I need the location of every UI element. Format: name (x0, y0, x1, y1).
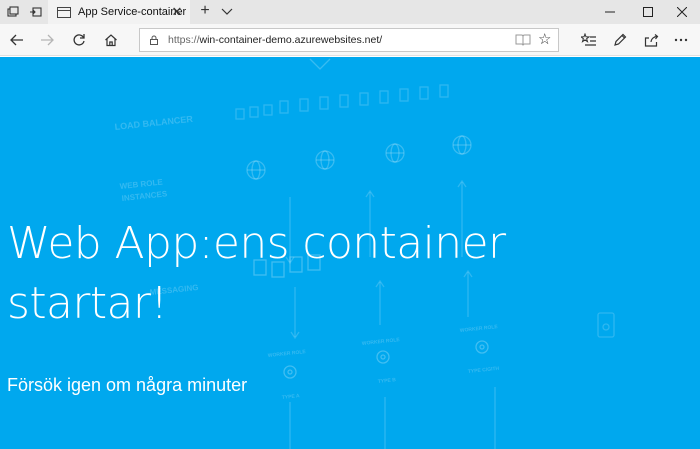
more-button[interactable] (668, 24, 694, 56)
more-dots-icon (674, 38, 688, 42)
bg-label-type-c: TYPE C/GITH (468, 366, 500, 375)
forward-button[interactable] (34, 24, 60, 56)
url-protocol: https:// (168, 34, 200, 46)
new-tab-button[interactable]: + (196, 2, 214, 20)
maximize-button[interactable] (630, 0, 666, 24)
close-window-button[interactable] (664, 0, 700, 24)
lock-icon (150, 35, 158, 45)
url-host: win-container-demo.azurewebsites.net/ (199, 34, 383, 46)
chevron-down-icon[interactable] (220, 3, 234, 19)
minimize-button[interactable] (592, 0, 628, 24)
favorites-hub-button[interactable] (576, 24, 602, 56)
bg-label-instances: INSTANCES (121, 189, 168, 203)
page-subline: Försök igen om några minuter (7, 375, 248, 395)
page-headline: Web App:ens container startar! (7, 218, 506, 329)
back-arrow-icon (10, 34, 23, 46)
favorites-list-icon (581, 33, 596, 46)
reading-view-icon[interactable] (515, 33, 531, 47)
set-tabs-aside-icon[interactable] (24, 0, 46, 24)
address-bar[interactable]: https://win-container-demo.azurewebsites… (139, 28, 559, 52)
url-text: https://win-container-demo.azurewebsites… (168, 34, 382, 46)
refresh-button[interactable] (66, 24, 92, 56)
tab-app-service-container[interactable]: App Service-container ✕ (48, 0, 190, 24)
tab-actions-icon[interactable] (2, 0, 24, 24)
home-icon (105, 34, 117, 47)
bg-label-type-a: TYPE A (282, 393, 301, 401)
bg-label-worker-role-b: WORKER ROLE (362, 337, 401, 347)
close-tab-icon[interactable]: ✕ (170, 4, 184, 20)
navigation-bar: https://win-container-demo.azurewebsites… (0, 24, 700, 56)
home-button[interactable] (98, 24, 124, 56)
bg-label-type-b: TYPE B (378, 377, 397, 385)
page-content: LOAD BALANCER WEB ROLE INSTANCES MESSAGI… (0, 57, 700, 449)
favorite-star-icon[interactable]: ☆ (538, 30, 551, 50)
refresh-icon (73, 34, 85, 46)
page-icon (57, 6, 71, 18)
tab-strip: App Service-container ✕ + (0, 0, 700, 24)
pen-icon (614, 33, 627, 46)
bg-label-web-role: WEB ROLE (119, 177, 163, 191)
back-button[interactable] (4, 24, 30, 56)
web-note-button[interactable] (607, 24, 633, 56)
forward-arrow-icon (41, 34, 54, 46)
share-icon (644, 33, 658, 47)
bg-label-worker-role-a: WORKER ROLE (268, 349, 307, 359)
bg-label-load-balancer: LOAD BALANCER (114, 114, 194, 132)
share-button[interactable] (638, 24, 664, 56)
